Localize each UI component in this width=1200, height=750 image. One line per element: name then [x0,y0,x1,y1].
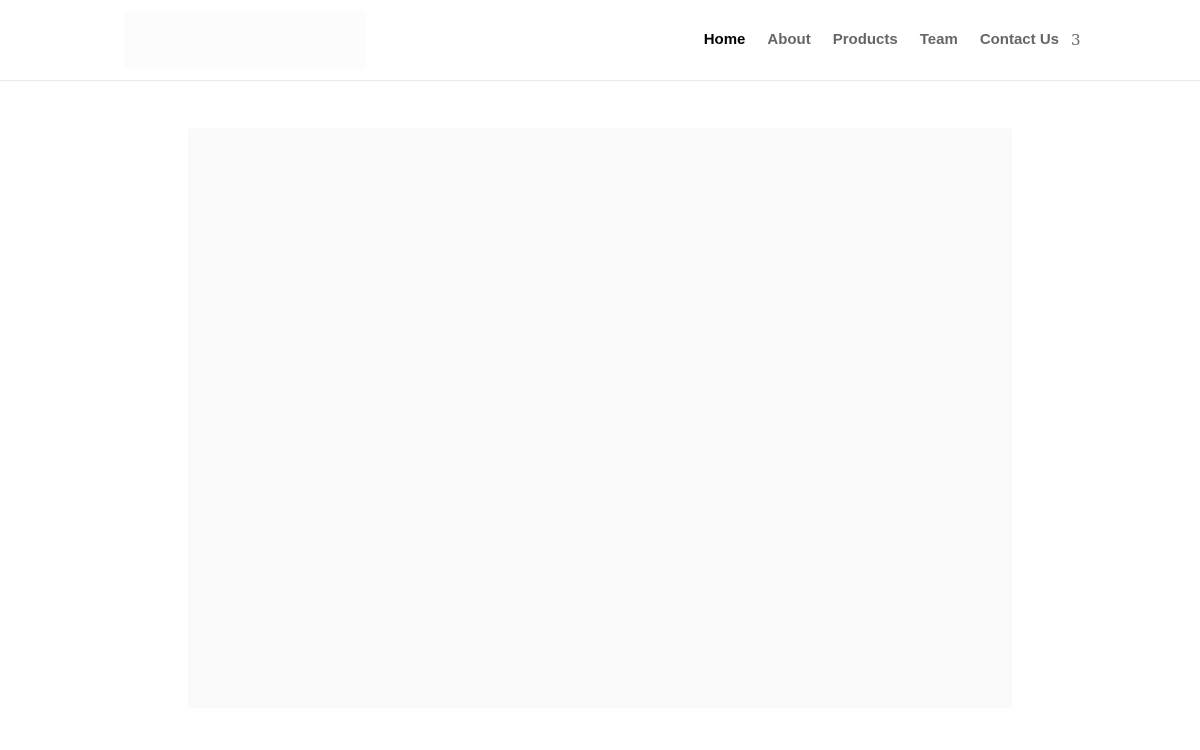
nav-link-team[interactable]: Team [920,0,958,80]
main-nav: Home About Products Team Contact Us 3 [704,0,1080,80]
nav-link-about[interactable]: About [767,0,810,80]
nav-link-products[interactable]: Products [833,0,898,80]
site-logo[interactable] [124,12,366,68]
chevron-down-icon-svg: 3 [1071,33,1080,47]
nav-link-home[interactable]: Home [704,0,746,80]
site-header: Home About Products Team Contact Us 3 [0,0,1200,81]
nav-link-contact-us[interactable]: Contact Us [980,0,1059,80]
chevron-down-icon[interactable]: 3 [1071,33,1080,47]
hero-image-placeholder [188,128,1012,708]
svg-text:3: 3 [1071,33,1080,47]
